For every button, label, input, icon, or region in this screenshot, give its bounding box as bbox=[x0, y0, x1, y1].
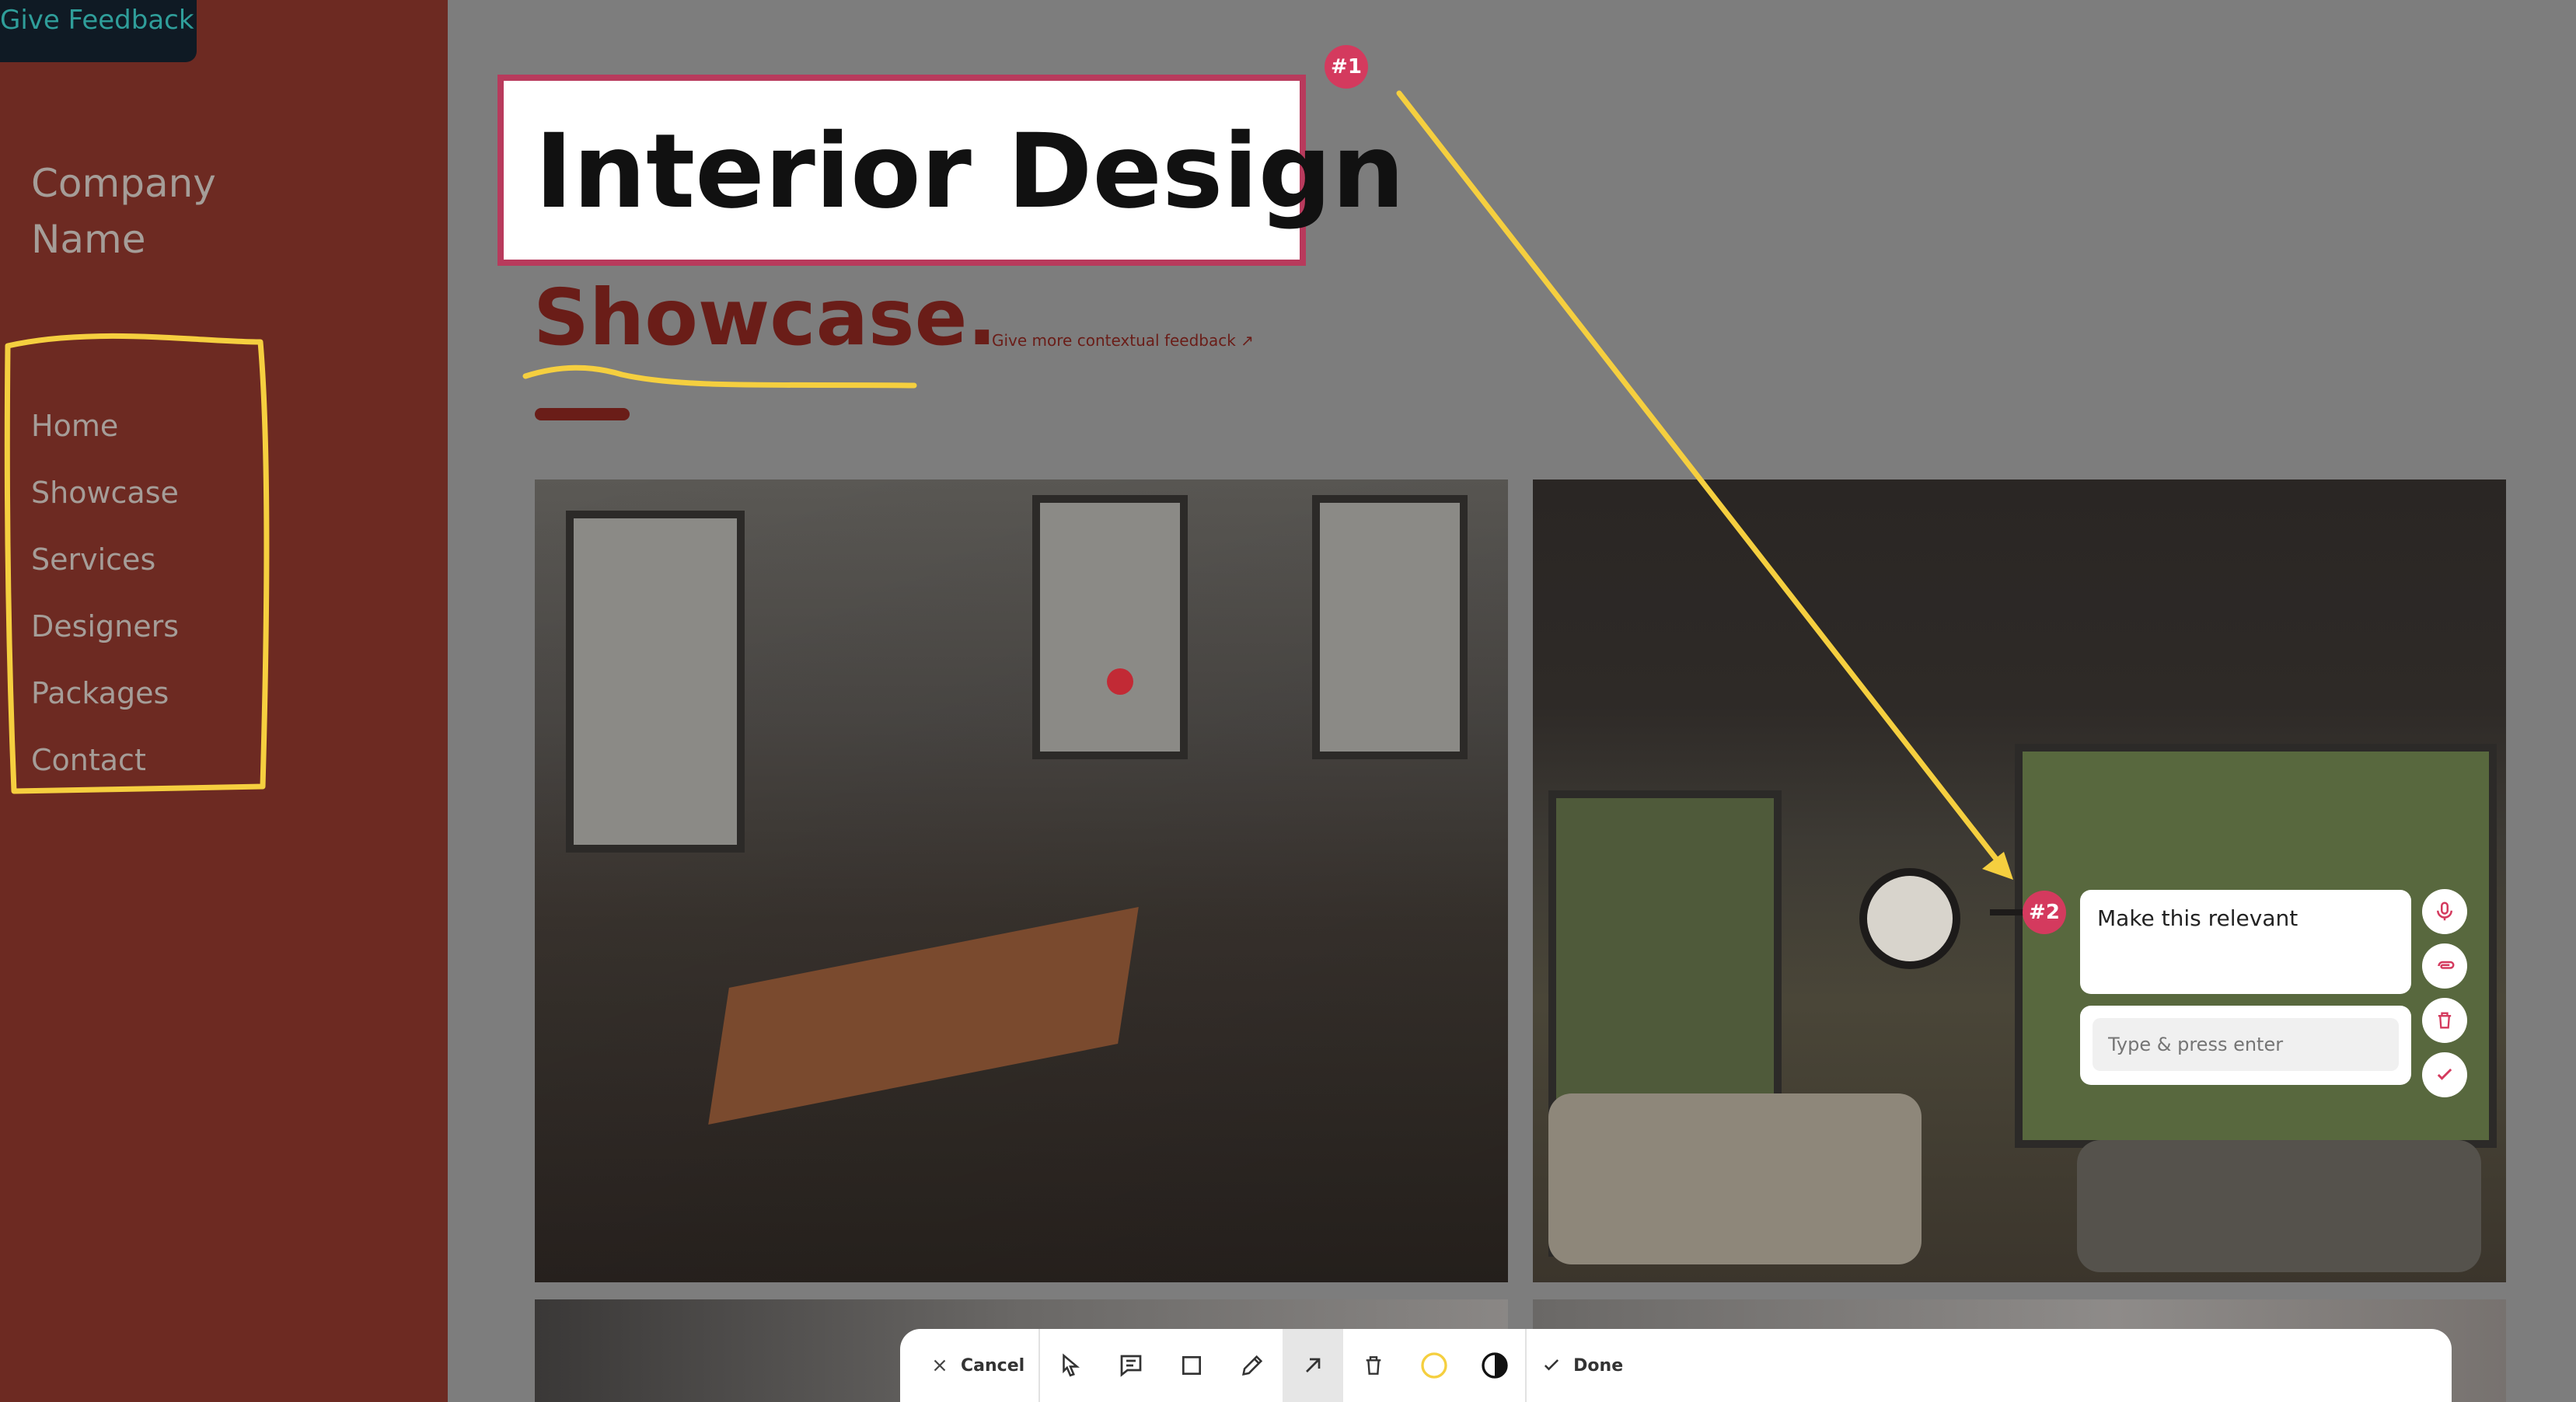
annotation-badge-2[interactable]: #2 bbox=[2023, 891, 2066, 934]
contextual-feedback-link[interactable]: Give more contextual feedback ↗ bbox=[992, 331, 1254, 350]
title-highlight-box[interactable]: Interior Design bbox=[497, 75, 1405, 266]
delete-tool-button[interactable] bbox=[1343, 1329, 1404, 1402]
nav-item-packages[interactable]: Packages bbox=[31, 660, 179, 727]
check-icon bbox=[2437, 1068, 2452, 1080]
cancel-button[interactable]: Cancel bbox=[916, 1329, 1038, 1402]
trash-icon bbox=[2438, 1012, 2452, 1029]
nav-item-services[interactable]: Services bbox=[31, 526, 179, 593]
sofa-shape bbox=[1548, 1093, 1922, 1264]
sidebar: Give Feedback Company Name Home Showcase… bbox=[0, 0, 448, 1402]
give-feedback-label: Give Feedback bbox=[0, 5, 194, 36]
give-feedback-button[interactable]: Give Feedback bbox=[0, 0, 197, 62]
comment-text: Make this relevant bbox=[2097, 905, 2299, 931]
sidebar-nav: Home Showcase Services Designers Package… bbox=[31, 392, 179, 793]
annotation-badge-1[interactable]: #1 bbox=[1325, 45, 1368, 89]
company-name-line2: Name bbox=[31, 217, 146, 262]
confirm-comment-button[interactable] bbox=[2422, 1052, 2467, 1097]
rectangle-icon bbox=[1182, 1356, 1202, 1375]
cancel-label: Cancel bbox=[961, 1355, 1025, 1376]
main-content: Interior Design Showcase. Give more cont… bbox=[448, 0, 2576, 1402]
arrow-tool-button[interactable] bbox=[1283, 1329, 1344, 1402]
select-tool-button[interactable] bbox=[1040, 1329, 1101, 1402]
nav-item-contact[interactable]: Contact bbox=[31, 727, 179, 793]
done-label: Done bbox=[1573, 1355, 1624, 1376]
accent-bar bbox=[535, 408, 630, 420]
table-shape bbox=[708, 906, 1139, 1125]
clock-shape bbox=[1859, 868, 1960, 969]
kitchen-photo bbox=[535, 480, 1508, 1282]
color-picker-button[interactable] bbox=[1404, 1329, 1464, 1402]
attach-button[interactable] bbox=[2422, 943, 2467, 989]
check-icon bbox=[1545, 1359, 1559, 1371]
company-name: Company Name bbox=[31, 155, 216, 267]
page-subtitle: Showcase. bbox=[533, 272, 997, 363]
red-marker-dot[interactable] bbox=[1107, 668, 1133, 695]
window-shape bbox=[1312, 495, 1468, 759]
done-button[interactable]: Done bbox=[1527, 1329, 1637, 1402]
close-icon bbox=[934, 1359, 946, 1372]
nav-item-home[interactable]: Home bbox=[31, 392, 179, 459]
nav-item-showcase[interactable]: Showcase bbox=[31, 459, 179, 526]
comment-tool-button[interactable] bbox=[1101, 1329, 1161, 1402]
trash-icon bbox=[1366, 1356, 1381, 1375]
company-name-line1: Company bbox=[31, 161, 216, 206]
living-room-photo bbox=[1533, 480, 2506, 1282]
microphone-icon bbox=[2437, 902, 2452, 921]
arrow-icon bbox=[1306, 1358, 1321, 1372]
comment-icon bbox=[1120, 1355, 1142, 1377]
reply-input[interactable] bbox=[2093, 1018, 2399, 1071]
annotation-toolbar: Cancel Done bbox=[900, 1329, 2452, 1402]
contrast-toggle-button[interactable] bbox=[1464, 1329, 1525, 1402]
delete-comment-button[interactable] bbox=[2422, 998, 2467, 1043]
window-shape bbox=[1032, 495, 1188, 759]
draw-tool-button[interactable] bbox=[1222, 1329, 1283, 1402]
window-shape bbox=[566, 511, 745, 853]
contrast-icon bbox=[1482, 1352, 1508, 1379]
pencil-icon bbox=[1242, 1355, 1263, 1376]
comment-card[interactable]: Make this relevant bbox=[2080, 890, 2411, 994]
rectangle-tool-button[interactable] bbox=[1161, 1329, 1222, 1402]
attachment-icon bbox=[2438, 961, 2455, 969]
page-title: Interior Design bbox=[535, 112, 1405, 232]
sofa-shape bbox=[2077, 1140, 2481, 1272]
color-swatch-icon bbox=[1421, 1352, 1447, 1379]
cursor-icon bbox=[1063, 1353, 1080, 1377]
reply-card bbox=[2080, 1006, 2411, 1085]
voice-button[interactable] bbox=[2422, 889, 2467, 934]
nav-item-designers[interactable]: Designers bbox=[31, 593, 179, 660]
